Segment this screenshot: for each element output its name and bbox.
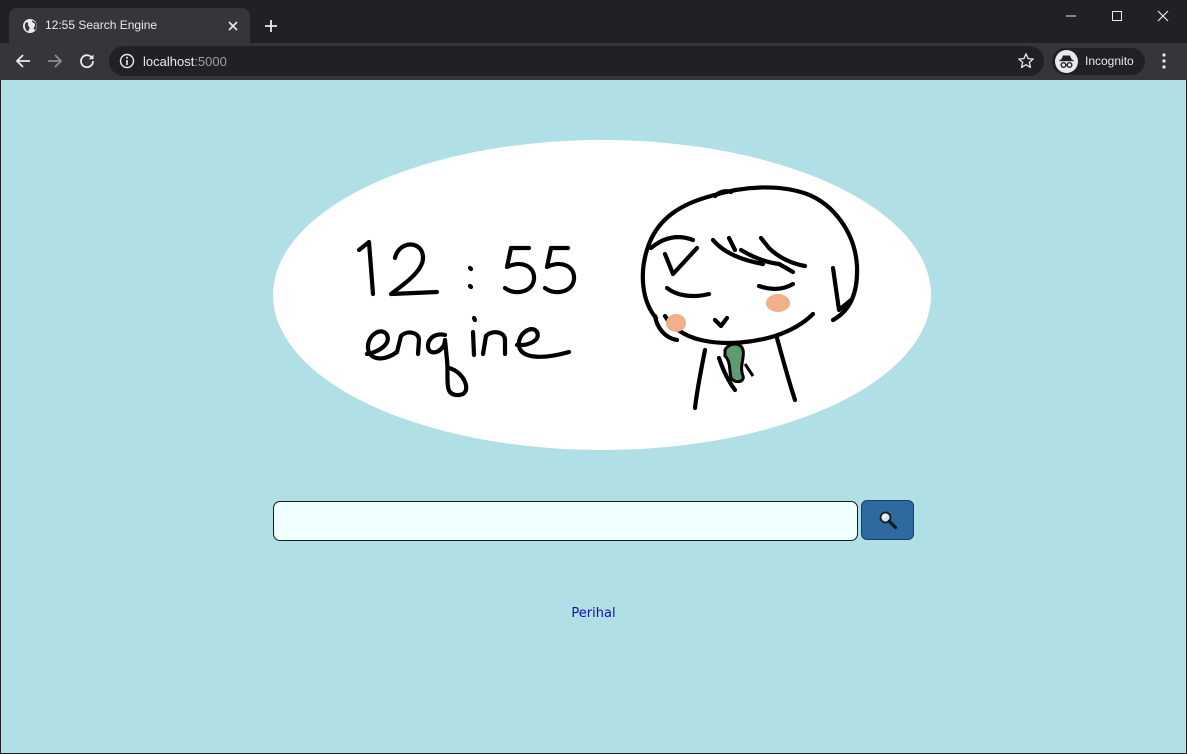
browser-menu-button[interactable] [1152,49,1176,73]
address-bar[interactable]: localhost:5000 [109,46,1044,76]
forward-icon [48,54,63,68]
url-host: localhost [143,54,195,69]
magnifier-icon [879,511,897,530]
new-tab-button[interactable] [259,14,283,38]
back-icon [15,54,30,68]
logo-drawing [356,185,860,411]
reload-button[interactable] [73,47,101,75]
maximize-icon [1112,11,1122,21]
star-icon[interactable] [1017,52,1035,70]
url-text: localhost:5000 [143,54,227,69]
site-logo [273,140,931,450]
tab-title: 12:55 Search Engine [45,18,158,32]
window-maximize-button[interactable] [1094,0,1140,32]
minimize-icon [1066,15,1076,17]
info-icon[interactable] [119,53,135,69]
search-button[interactable] [861,500,914,540]
more-vert-icon [1162,53,1166,69]
window-titlebar: 12:55 Search Engine [0,0,1187,43]
tab-close-button[interactable] [224,17,242,35]
browser-toolbar: localhost:5000 Incognito [0,43,1187,80]
incognito-icon [1055,50,1078,73]
window-minimize-button[interactable] [1048,0,1094,32]
forward-button[interactable] [41,47,69,75]
plus-icon [265,20,277,32]
browser-tab[interactable]: 12:55 Search Engine [9,8,250,43]
incognito-profile-button[interactable]: Incognito [1052,48,1145,75]
page-viewport: Perihal [1,80,1186,753]
incognito-label: Incognito [1085,54,1134,68]
about-link[interactable]: Perihal [1,606,1186,621]
window-close-button[interactable] [1140,0,1186,32]
close-icon [1157,10,1169,22]
url-port: :5000 [194,54,227,69]
close-icon [228,21,238,31]
globe-icon [23,19,37,33]
back-button[interactable] [9,47,37,75]
search-input[interactable] [273,501,858,541]
reload-icon [80,54,94,69]
